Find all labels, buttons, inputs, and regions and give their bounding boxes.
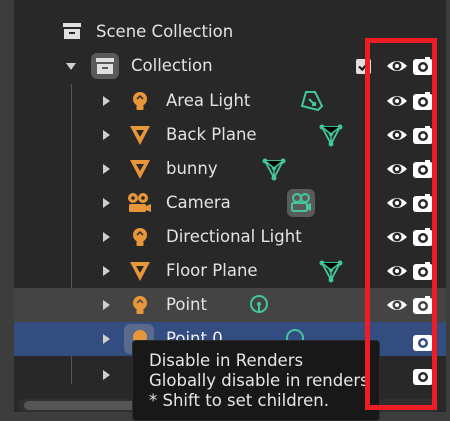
- mesh-object-icon: [130, 262, 150, 281]
- mesh-object-icon: [130, 160, 150, 179]
- item-label: Floor Plane: [166, 261, 258, 280]
- collection-icon: [91, 53, 119, 79]
- item-label: Directional Light: [166, 227, 302, 246]
- render-toggle-tooltip: Disable in Renders Globally disable in r…: [132, 340, 380, 421]
- collection-label: Collection: [131, 56, 213, 75]
- scene-collection-label: Scene Collection: [96, 22, 234, 41]
- item-label: bunny: [166, 159, 218, 178]
- highlight-annotation-box: [365, 38, 437, 410]
- mesh-data-icon[interactable]: [262, 157, 286, 181]
- item-label: Back Plane: [166, 125, 257, 144]
- expand-toggle[interactable]: [103, 96, 110, 106]
- item-label: Point: [166, 295, 207, 314]
- tooltip-description: Globally disable in renders: [149, 371, 369, 390]
- light-object-icon: [133, 296, 147, 314]
- expand-toggle[interactable]: [103, 198, 110, 208]
- expand-toggle[interactable]: [103, 334, 110, 344]
- expand-toggle[interactable]: [103, 300, 110, 310]
- area-light-data-icon[interactable]: [300, 90, 324, 112]
- item-label: Area Light: [166, 91, 251, 110]
- expand-toggle[interactable]: [103, 130, 110, 140]
- scene-collection-icon: [63, 23, 81, 39]
- mesh-data-icon[interactable]: [319, 259, 343, 283]
- expand-toggle[interactable]: [103, 266, 110, 276]
- item-label: Camera: [166, 193, 231, 212]
- expand-toggle[interactable]: [103, 164, 110, 174]
- expand-toggle[interactable]: [103, 370, 110, 380]
- expand-toggle[interactable]: [103, 232, 110, 242]
- tooltip-hint: * Shift to set children.: [149, 391, 329, 410]
- camera-data-icon[interactable]: [286, 188, 316, 218]
- camera-object-icon: [128, 193, 151, 212]
- expand-collection-toggle[interactable]: [66, 63, 76, 70]
- light-object-icon: [133, 92, 147, 110]
- light-object-icon: [133, 228, 147, 246]
- tooltip-title: Disable in Renders: [149, 351, 304, 370]
- point-light-data-icon[interactable]: [248, 294, 270, 316]
- mesh-data-icon[interactable]: [319, 123, 343, 147]
- mesh-object-icon: [130, 126, 150, 145]
